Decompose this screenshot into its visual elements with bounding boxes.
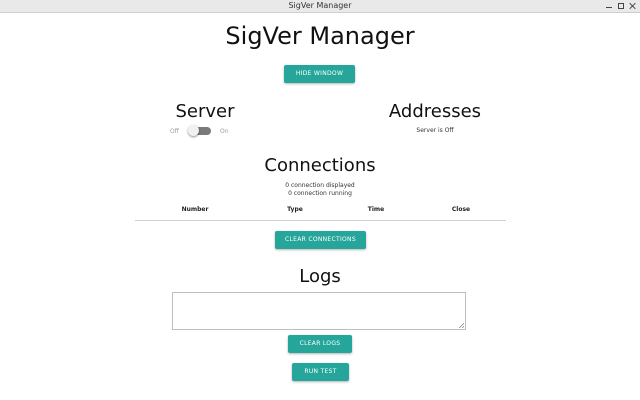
logs-heading: Logs [299,266,341,287]
column-header-type: Type [287,206,303,213]
title-bar: SigVer Manager [0,0,640,13]
server-switch: Off On [170,124,240,138]
column-header-time: Time [367,206,385,213]
connections-running-count: 0 connection running [288,190,352,197]
window-controls [606,0,636,12]
toggle-knob[interactable] [188,125,199,136]
switch-on-label: On [220,127,229,135]
run-test-button[interactable]: RUN TEST [292,363,349,381]
app-window: SigVer Manager SigVer Manager HIDE WINDO… [0,0,640,400]
page-title: SigVer Manager [225,22,415,50]
maximize-icon[interactable] [618,3,624,9]
hide-window-button[interactable]: HIDE WINDOW [284,65,355,83]
window-title: SigVer Manager [288,1,352,10]
logs-textarea[interactable] [172,292,466,330]
server-toggle[interactable] [188,125,211,136]
switch-off-label: Off [170,127,179,135]
connections-table-header: Number Type Time Close [135,203,506,221]
close-icon[interactable] [630,3,636,9]
addresses-heading: Addresses [388,101,482,122]
connections-heading: Connections [264,155,376,176]
column-header-close: Close [451,206,471,213]
server-status-text: Server is Off [416,127,454,134]
clear-logs-button[interactable]: CLEAR LOGS [288,335,352,353]
server-heading: Server [175,101,235,122]
column-header-number: Number [181,206,209,213]
resize-grip-icon[interactable] [459,323,464,328]
minimize-icon[interactable] [606,3,612,9]
clear-connections-button[interactable]: CLEAR CONNECTIONS [275,231,366,249]
connections-displayed-count: 0 connection displayed [285,182,355,189]
